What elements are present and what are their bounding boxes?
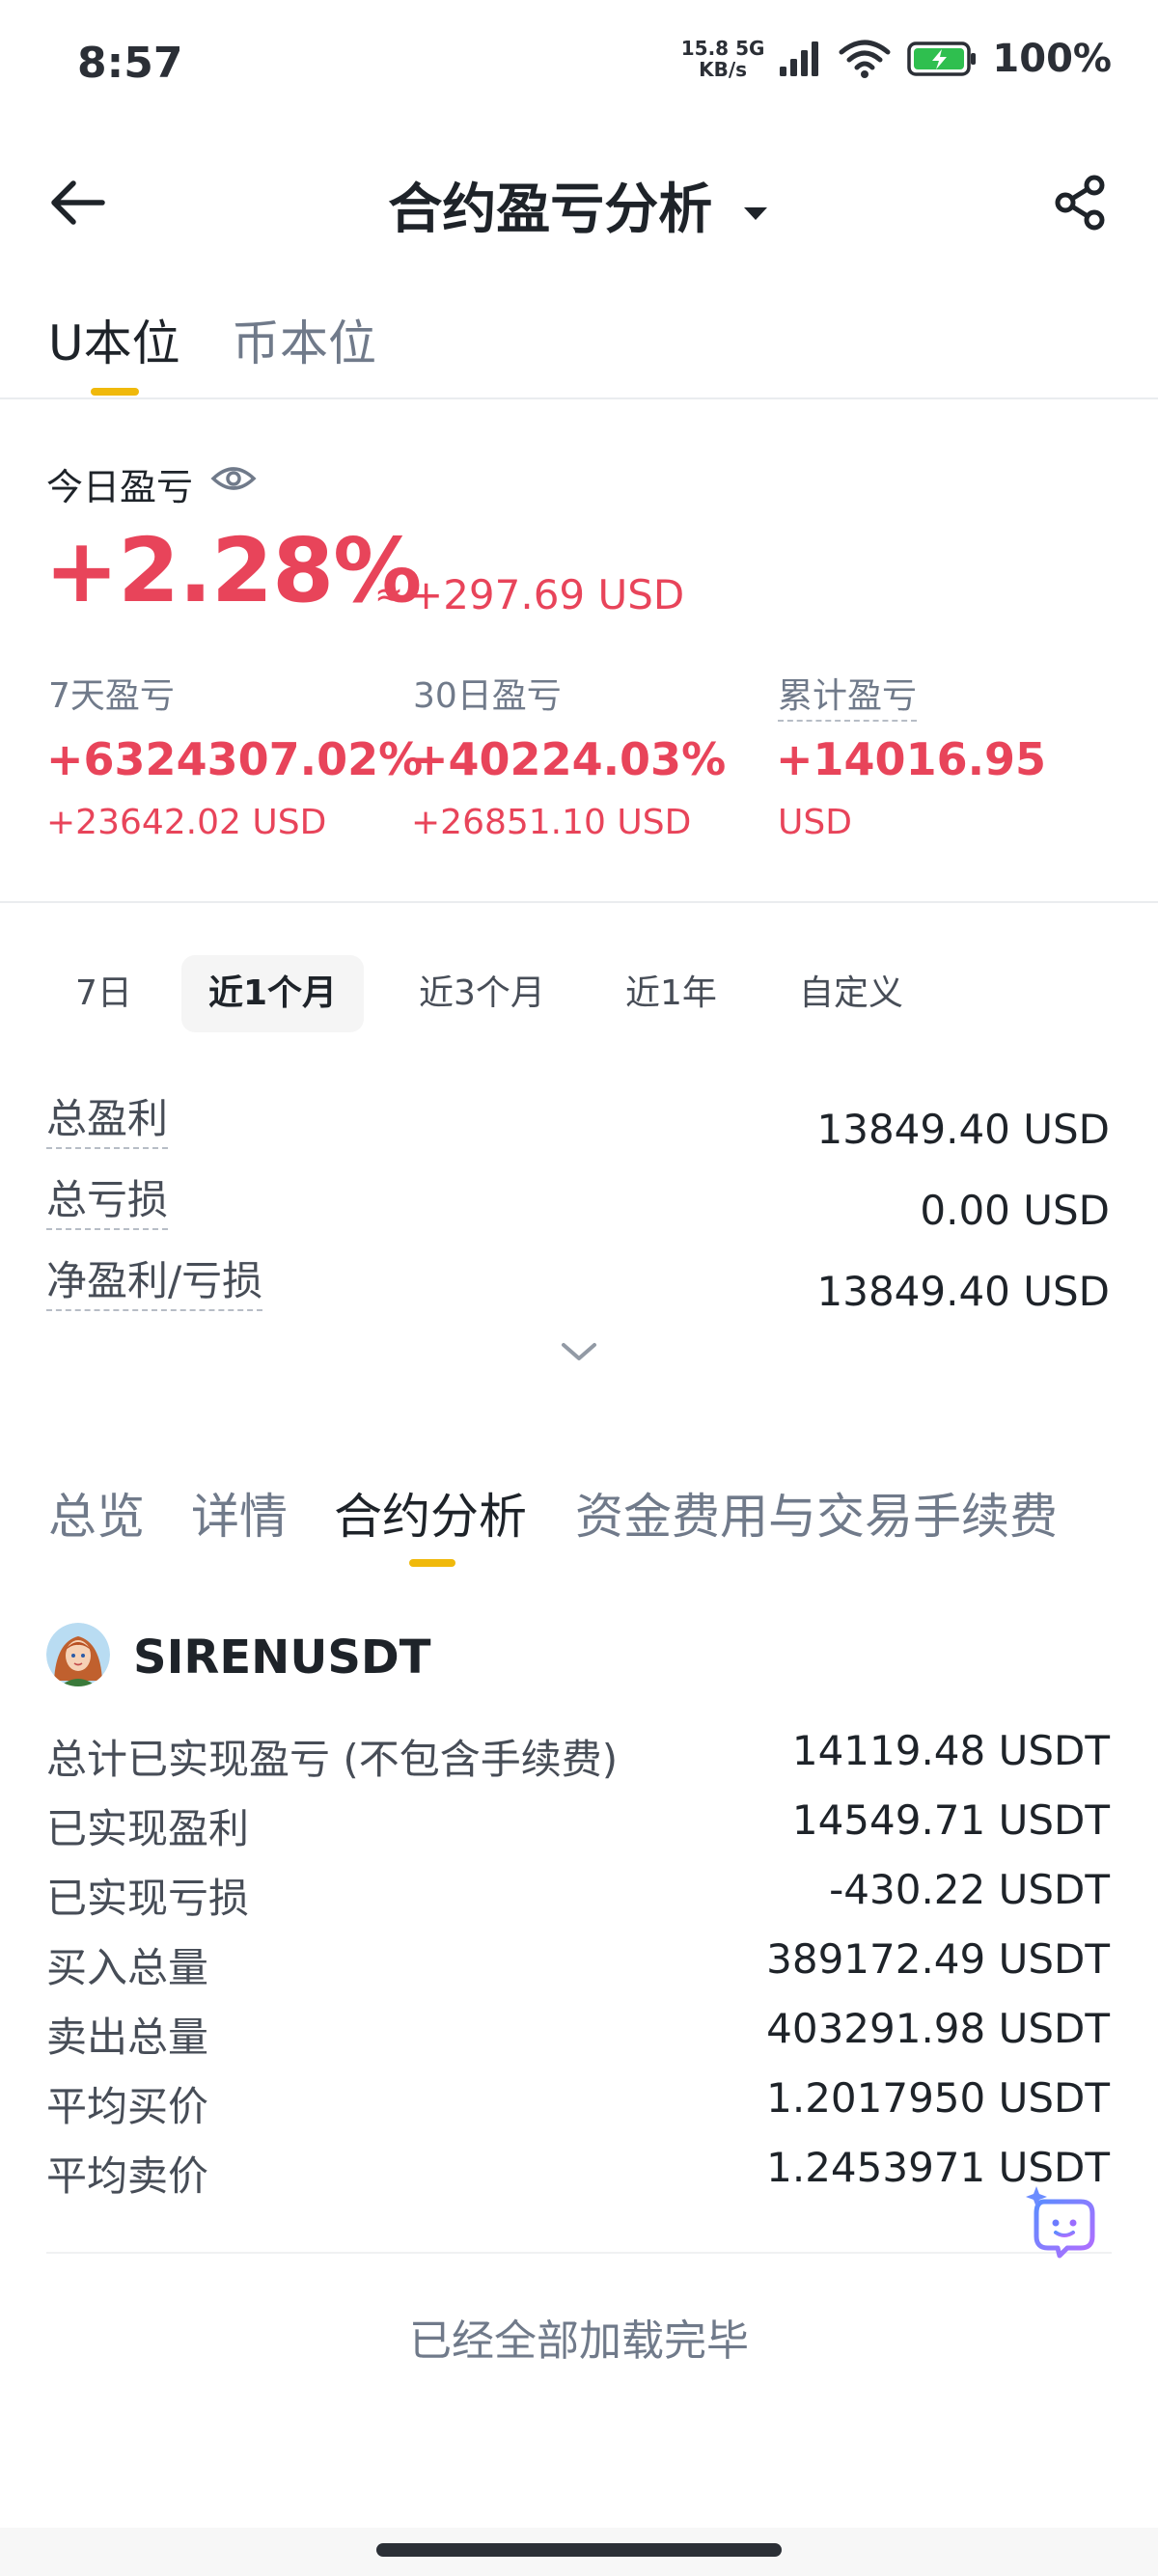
wifi-icon [839,40,891,78]
sell-volume-label: 卖出总量 [46,2014,209,2061]
avg-buy-price-label: 平均买价 [46,2083,209,2130]
symbol-name: SIRENUSDT [133,1631,431,1685]
divider [0,901,1158,903]
total-profit-label[interactable]: 总盈利 [46,1086,169,1149]
range-7d[interactable]: 7日 [48,955,159,1032]
chevron-down-icon[interactable] [558,1337,600,1366]
net-speed-value: 15.8 [680,37,730,60]
net-speed-unit: KB/s [699,58,748,81]
period-30d-usd: +26851.10 USD [411,803,692,842]
net-pnl-label[interactable]: 净盈利/亏损 [46,1248,263,1311]
realized-profit-label: 已实现盈利 [46,1805,250,1852]
period-total-label[interactable]: 累计盈亏 [778,668,918,722]
buy-volume-value: 389172.49 USDT [766,1935,1110,1983]
caret-down-icon [743,206,767,220]
realized-profit-value: 14549.71 USDT [791,1796,1110,1844]
range-1y[interactable]: 近1年 [598,955,744,1032]
total-profit-value: 13849.40 USD [816,1106,1111,1153]
coin-avatar-icon [46,1623,110,1686]
tab-funding-fees[interactable]: 资金费用与交易手续费 [575,1478,1058,1548]
total-loss-value: 0.00 USD [920,1187,1110,1234]
avg-sell-price-label: 平均卖价 [46,2152,209,2200]
eye-icon[interactable] [210,459,257,498]
sell-volume-value: 403291.98 USDT [766,2005,1110,2052]
tab-u-margined[interactable]: U本位 [48,305,180,374]
net-pnl-value: 13849.40 USD [816,1268,1111,1315]
realized-pnl-total-label: 总计已实现盈亏 (不包含手续费) [46,1736,619,1783]
tab-details[interactable]: 详情 [191,1478,288,1548]
tab-coin-margined[interactable]: 币本位 [232,305,376,374]
signal-icon [780,41,819,76]
share-button[interactable] [1050,172,1112,233]
period-total-unit: USD [778,803,852,842]
buy-volume-label: 买入总量 [46,1944,209,1991]
tab-contract-analysis[interactable]: 合约分析 [334,1478,527,1548]
page-title: 合约盈亏分析 [388,178,713,241]
period-7d-percent: +6324307.02% [46,733,424,785]
net-type: 5G [735,37,765,60]
home-indicator[interactable] [376,2543,782,2557]
period-total-value: +14016.95 [776,733,1047,785]
tab-active-indicator [91,388,139,396]
period-30d-label: 30日盈亏 [413,676,562,716]
status-time: 8:57 [77,39,183,88]
realized-pnl-total-value: 14119.48 USDT [791,1727,1110,1774]
period-7d-label: 7天盈亏 [48,676,175,716]
page-title-dropdown[interactable]: 合约盈亏分析 [0,166,1158,244]
range-custom[interactable]: 自定义 [772,955,930,1032]
loaded-all-text: 已经全部加载完毕 [409,2316,749,2366]
avatar [46,1623,110,1686]
avg-buy-price-value: 1.2017950 USDT [766,2074,1110,2122]
battery-charging-icon [907,41,977,76]
realized-loss-value: -430.22 USDT [829,1866,1110,1913]
range-1m[interactable]: 近1个月 [181,955,365,1032]
today-pnl-label: 今日盈亏 [46,466,194,508]
tab-active-indicator [409,1559,455,1567]
status-icons: 15.8 5G KB/s 100% [681,37,1112,81]
tab-overview[interactable]: 总览 [48,1478,145,1548]
today-pnl-usd: +297.69 USD [409,571,685,618]
range-3m[interactable]: 近3个月 [392,955,572,1032]
period-30d-percent: +40224.03% [411,733,727,785]
realized-loss-label: 已实现亏损 [46,1875,250,1922]
battery-percent: 100% [992,37,1112,81]
divider [46,2252,1112,2254]
today-pnl-percent: +2.28% [44,519,422,622]
total-loss-label[interactable]: 总亏损 [46,1167,169,1230]
approx-sign: ≈ [374,575,404,615]
divider [0,397,1158,399]
ai-assistant-icon[interactable] [1023,2182,1104,2263]
period-7d-usd: +23642.02 USD [46,803,327,842]
net-speed: 15.8 5G KB/s [681,38,765,80]
